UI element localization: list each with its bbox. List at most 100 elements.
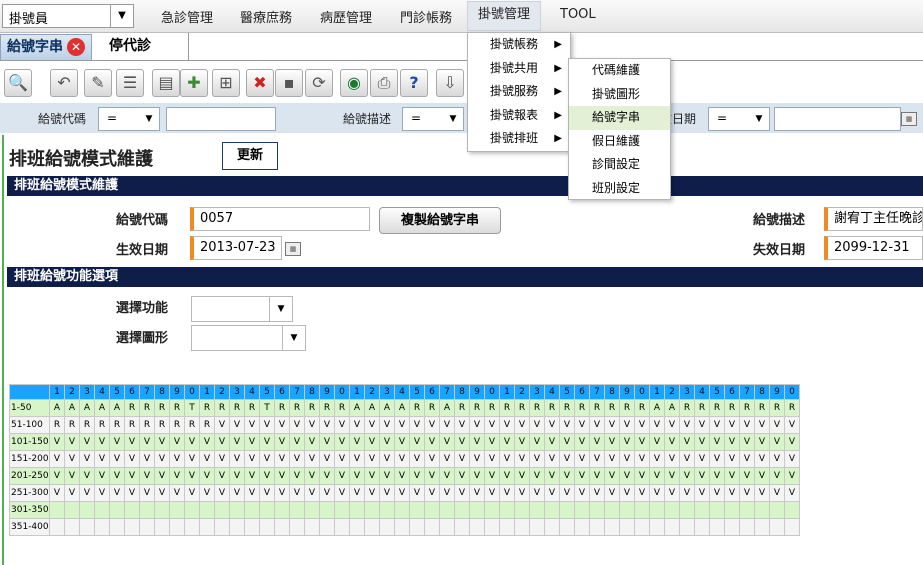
grid-cell[interactable]: R — [184, 416, 200, 434]
grid-cell[interactable] — [259, 501, 275, 519]
menu-item-registration-common[interactable]: 掛號共用 ▶ — [468, 57, 570, 81]
grid-cell[interactable]: V — [394, 484, 410, 502]
grid-cell[interactable] — [754, 518, 770, 536]
grid-cell[interactable] — [544, 518, 560, 536]
grid-cell[interactable]: V — [109, 484, 125, 502]
grid-cell[interactable] — [244, 501, 260, 519]
grid-cell[interactable] — [589, 518, 605, 536]
grid-cell[interactable]: V — [544, 416, 560, 434]
grid-cell[interactable]: V — [154, 433, 170, 451]
grid-cell[interactable]: V — [634, 484, 650, 502]
grid-cell[interactable]: V — [784, 467, 800, 485]
grid-cell[interactable]: V — [289, 433, 305, 451]
grid-cell[interactable]: V — [544, 450, 560, 468]
grid-cell[interactable]: V — [409, 416, 425, 434]
grid-cell[interactable]: V — [409, 484, 425, 502]
grid-cell[interactable]: V — [184, 484, 200, 502]
grid-cell[interactable]: V — [184, 433, 200, 451]
grid-cell[interactable]: A — [349, 399, 365, 417]
menu-item-registration-report[interactable]: 掛號報表 ▶ — [468, 104, 570, 128]
grid-cell[interactable] — [124, 518, 140, 536]
grid-cell[interactable]: V — [739, 416, 755, 434]
grid-cell[interactable]: V — [244, 416, 260, 434]
grid-cell[interactable]: V — [679, 416, 695, 434]
grid-cell[interactable]: V — [334, 467, 350, 485]
grid-cell[interactable] — [184, 518, 200, 536]
grid-cell[interactable]: R — [319, 399, 335, 417]
grid-cell[interactable] — [709, 501, 725, 519]
grid-cell[interactable] — [679, 501, 695, 519]
grid-cell[interactable]: R — [169, 399, 185, 417]
grid-cell[interactable] — [199, 518, 215, 536]
grid-cell[interactable]: V — [349, 433, 365, 451]
shape-select[interactable]: ▼ — [191, 325, 306, 351]
grid-cell[interactable]: V — [214, 450, 230, 468]
grid-cell[interactable]: V — [619, 484, 635, 502]
grid-cell[interactable]: A — [664, 399, 680, 417]
grid-cell[interactable]: V — [424, 433, 440, 451]
grid-cell[interactable]: A — [394, 399, 410, 417]
grid-cell[interactable]: V — [649, 450, 665, 468]
grid-cell[interactable]: V — [349, 416, 365, 434]
new-icon[interactable]: ▤ — [152, 69, 180, 97]
code-field[interactable]: 0057 — [190, 207, 370, 231]
grid-cell[interactable] — [169, 501, 185, 519]
grid-cell[interactable]: R — [94, 416, 110, 434]
globe-icon[interactable]: ◉ — [340, 69, 368, 97]
grid-cell[interactable]: V — [154, 467, 170, 485]
grid-cell[interactable]: V — [334, 484, 350, 502]
grid-cell[interactable]: V — [754, 416, 770, 434]
grid-cell[interactable] — [454, 501, 470, 519]
grid-cell[interactable]: V — [289, 450, 305, 468]
grid-cell[interactable]: V — [139, 433, 155, 451]
grid-cell[interactable]: V — [694, 433, 710, 451]
grid-cell[interactable] — [574, 501, 590, 519]
grid-cell[interactable] — [334, 518, 350, 536]
start-date-field[interactable]: 2013-07-23 — [190, 236, 282, 260]
grid-cell[interactable]: V — [604, 467, 620, 485]
grid-cell[interactable]: R — [604, 399, 620, 417]
grid-cell[interactable]: V — [274, 433, 290, 451]
grid-cell[interactable]: V — [364, 484, 380, 502]
grid-cell[interactable]: V — [634, 467, 650, 485]
grid-cell[interactable] — [499, 501, 515, 519]
grid-cell[interactable]: V — [649, 416, 665, 434]
grid-cell[interactable]: V — [49, 484, 65, 502]
add-icon[interactable]: ✚ — [180, 69, 208, 97]
grid-cell[interactable]: A — [364, 399, 380, 417]
grid-cell[interactable] — [214, 518, 230, 536]
grid-cell[interactable]: V — [214, 416, 230, 434]
grid-cell[interactable]: V — [184, 467, 200, 485]
grid-cell[interactable]: R — [469, 399, 485, 417]
grid-cell[interactable]: A — [109, 399, 125, 417]
grid-cell[interactable]: V — [529, 484, 545, 502]
grid-cell[interactable]: V — [619, 433, 635, 451]
grid-cell[interactable]: V — [94, 467, 110, 485]
grid-cell[interactable]: V — [379, 450, 395, 468]
grid-cell[interactable]: V — [304, 450, 320, 468]
grid-cell[interactable]: A — [379, 399, 395, 417]
submenu-code-maintenance[interactable]: 代碼維護 — [569, 59, 670, 83]
grid-cell[interactable] — [214, 501, 230, 519]
grid-cell[interactable]: V — [94, 450, 110, 468]
grid-cell[interactable] — [409, 501, 425, 519]
grid-cell[interactable]: V — [259, 467, 275, 485]
grid-cell[interactable]: V — [769, 433, 785, 451]
grid-cell[interactable]: V — [229, 433, 245, 451]
end-date-field[interactable]: 2099-12-31 — [824, 236, 923, 260]
grid-cell[interactable] — [289, 501, 305, 519]
grid-cell[interactable] — [559, 501, 575, 519]
grid-cell[interactable]: V — [664, 467, 680, 485]
grid-cell[interactable] — [499, 518, 515, 536]
grid-cell[interactable]: V — [79, 450, 95, 468]
grid-cell[interactable]: V — [679, 450, 695, 468]
grid-cell[interactable]: T — [259, 399, 275, 417]
grid-cell[interactable]: V — [754, 467, 770, 485]
grid-cell[interactable] — [604, 501, 620, 519]
grid-cell[interactable]: R — [499, 399, 515, 417]
insert-icon[interactable]: ⊞ — [212, 69, 240, 97]
grid-cell[interactable]: R — [409, 399, 425, 417]
grid-cell[interactable]: V — [169, 450, 185, 468]
grid-cell[interactable]: R — [154, 416, 170, 434]
grid-cell[interactable]: V — [739, 433, 755, 451]
